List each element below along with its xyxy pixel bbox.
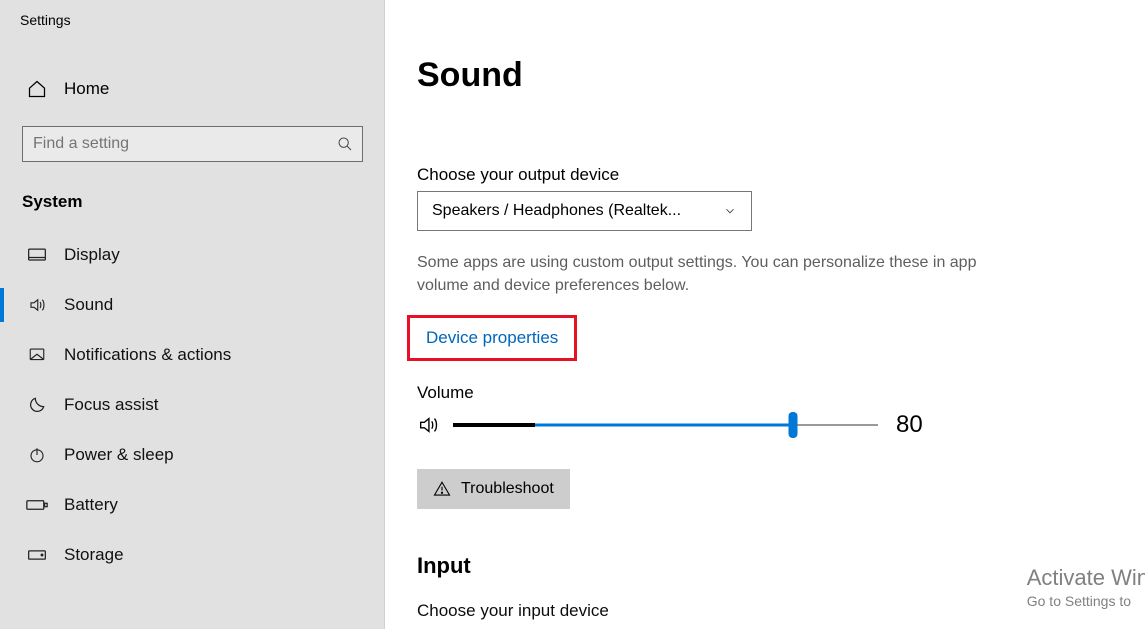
settings-window: Settings Home System Display	[0, 0, 1145, 629]
sound-icon	[26, 294, 48, 316]
output-device-label: Choose your output device	[417, 165, 1145, 185]
watermark-line2: Go to Settings to	[1027, 593, 1145, 609]
focus-assist-icon	[26, 394, 48, 416]
troubleshoot-label: Troubleshoot	[461, 480, 554, 498]
notifications-icon	[26, 344, 48, 366]
nav-notifications[interactable]: Notifications & actions	[0, 330, 385, 380]
nav-sound[interactable]: Sound	[0, 280, 385, 330]
output-device-value: Speakers / Headphones (Realtek...	[432, 202, 681, 220]
volume-value: 80	[896, 411, 923, 439]
sidebar: Settings Home System Display	[0, 0, 385, 629]
nav-item-label: Storage	[64, 545, 124, 565]
page-title: Sound	[417, 56, 1145, 95]
highlight-box: Device properties	[407, 315, 577, 361]
volume-label: Volume	[417, 383, 1145, 403]
chevron-down-icon	[723, 204, 737, 218]
speaker-icon[interactable]	[417, 414, 439, 436]
output-hint-text: Some apps are using custom output settin…	[417, 251, 977, 297]
nav-home[interactable]: Home	[0, 60, 385, 118]
main-panel: Sound Choose your output device Speakers…	[385, 0, 1145, 629]
nav-item-label: Focus assist	[64, 395, 158, 415]
slider-fill-dark	[453, 423, 535, 427]
nav-battery[interactable]: Battery	[0, 480, 385, 530]
slider-fill-blue	[535, 424, 793, 427]
nav-item-label: Notifications & actions	[64, 345, 231, 365]
nav-list: Display Sound Notifications & actions Fo…	[0, 230, 385, 580]
battery-icon	[26, 494, 48, 516]
nav-display[interactable]: Display	[0, 230, 385, 280]
device-properties-link[interactable]: Device properties	[418, 322, 566, 354]
output-device-select[interactable]: Speakers / Headphones (Realtek...	[417, 191, 752, 231]
nav-storage[interactable]: Storage	[0, 530, 385, 580]
home-icon	[26, 78, 48, 100]
slider-thumb[interactable]	[789, 412, 798, 438]
watermark-line1: Activate Win	[1027, 565, 1145, 591]
volume-row: 80	[417, 411, 1145, 439]
power-icon	[26, 444, 48, 466]
storage-icon	[26, 544, 48, 566]
app-title: Settings	[0, 0, 385, 28]
volume-slider[interactable]	[453, 414, 878, 436]
nav-item-label: Display	[64, 245, 120, 265]
search-icon	[337, 136, 353, 152]
nav-focus-assist[interactable]: Focus assist	[0, 380, 385, 430]
search-input[interactable]	[22, 126, 363, 162]
nav-item-label: Battery	[64, 495, 118, 515]
activation-watermark: Activate Win Go to Settings to	[1027, 565, 1145, 609]
nav-item-label: Power & sleep	[64, 445, 174, 465]
search-field-wrap	[22, 126, 363, 162]
warning-icon	[433, 480, 451, 498]
nav-item-label: Sound	[64, 295, 113, 315]
display-icon	[26, 244, 48, 266]
nav-home-label: Home	[64, 79, 109, 99]
nav-power-sleep[interactable]: Power & sleep	[0, 430, 385, 480]
troubleshoot-button[interactable]: Troubleshoot	[417, 469, 570, 509]
sidebar-section-system: System	[0, 186, 385, 230]
